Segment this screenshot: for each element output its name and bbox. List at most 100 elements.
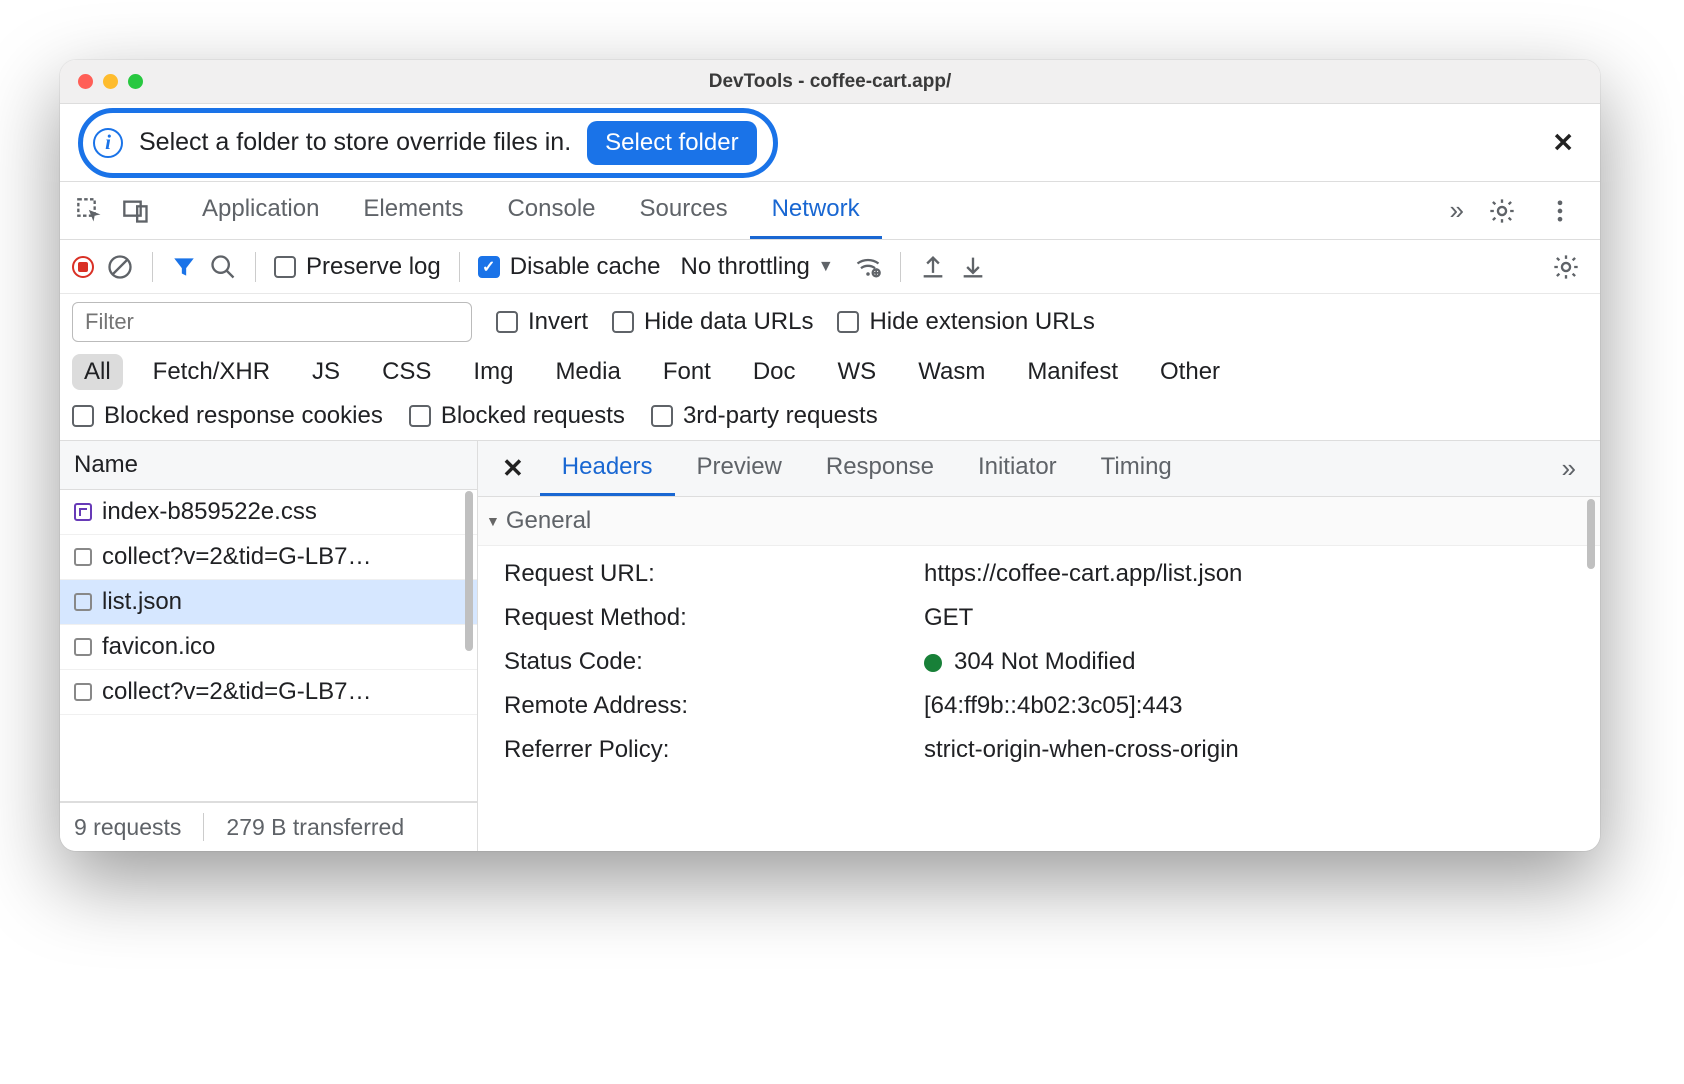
type-filter-css[interactable]: CSS [370,354,443,390]
file-icon [74,503,92,521]
type-filter-other[interactable]: Other [1148,354,1232,390]
disable-cache-label: Disable cache [510,253,661,281]
filter-funnel-icon[interactable] [171,254,197,280]
tabbar-right [1480,197,1590,225]
panel-tabbar: ApplicationElementsConsoleSourcesNetwork… [60,182,1600,240]
blocked-requests-checkbox[interactable]: Blocked requests [409,402,625,430]
file-icon [74,683,92,701]
zoom-window-button[interactable] [128,74,143,89]
network-toolbar: Preserve log Disable cache No throttling… [60,240,1600,294]
request-row[interactable]: collect?v=2&tid=G-LB7… [60,535,477,580]
request-status-bar: 9 requests 279 B transferred [60,801,477,851]
tab-elements[interactable]: Elements [341,182,485,239]
kv-key: Referrer Policy: [504,736,924,764]
request-row[interactable]: list.json [60,580,477,625]
hide-extension-urls-checkbox[interactable]: Hide extension URLs [837,308,1094,336]
details-tab-timing[interactable]: Timing [1079,441,1194,496]
network-conditions-icon[interactable] [854,253,882,281]
block-filter-row: Blocked response cookies Blocked request… [60,398,1600,441]
divider [152,252,153,282]
hide-data-urls-checkbox[interactable]: Hide data URLs [612,308,813,336]
kv-row: Referrer Policy:strict-origin-when-cross… [498,728,1600,772]
kv-value: 304 Not Modified [924,648,1594,676]
tab-console[interactable]: Console [485,182,617,239]
export-har-icon[interactable] [959,253,987,281]
throttling-select[interactable]: No throttling ▼ [672,253,841,281]
close-window-button[interactable] [78,74,93,89]
type-filter-font[interactable]: Font [651,354,723,390]
inspect-element-icon[interactable] [70,191,110,231]
request-list-panel: Name index-b859522e.csscollect?v=2&tid=G… [60,441,478,851]
filter-input[interactable] [72,302,472,342]
settings-gear-icon[interactable] [1480,197,1524,225]
request-items: index-b859522e.csscollect?v=2&tid=G-LB7…… [60,490,477,801]
divider [900,252,901,282]
kv-value: https://coffee-cart.app/list.json [924,560,1594,588]
network-settings-icon[interactable] [1544,253,1588,281]
third-party-checkbox[interactable]: 3rd-party requests [651,402,878,430]
divider [255,252,256,282]
tab-network[interactable]: Network [750,182,882,239]
clear-button[interactable] [106,253,134,281]
device-toolbar-icon[interactable] [116,191,156,231]
request-name: collect?v=2&tid=G-LB7… [102,678,371,706]
select-folder-button[interactable]: Select folder [587,121,756,165]
details-scrollbar[interactable] [1584,499,1598,851]
record-button[interactable] [72,256,94,278]
minimize-window-button[interactable] [103,74,118,89]
details-tab-initiator[interactable]: Initiator [956,441,1079,496]
request-scrollbar[interactable] [461,491,477,851]
kv-key: Remote Address: [504,692,924,720]
request-row[interactable]: collect?v=2&tid=G-LB7… [60,670,477,715]
blocked-requests-label: Blocked requests [441,402,625,430]
type-filter-wasm[interactable]: Wasm [906,354,997,390]
status-dot-icon [924,654,942,672]
type-filter-ws[interactable]: WS [826,354,889,390]
tab-sources[interactable]: Sources [618,182,750,239]
hide-data-urls-label: Hide data URLs [644,308,813,336]
type-filter-all[interactable]: All [72,354,123,390]
blocked-cookies-checkbox[interactable]: Blocked response cookies [72,402,383,430]
details-tab-headers[interactable]: Headers [540,441,675,496]
kv-row: Request URL:https://coffee-cart.app/list… [498,552,1600,596]
file-icon [74,548,92,566]
file-icon [74,593,92,611]
invert-label: Invert [528,308,588,336]
invert-checkbox[interactable]: Invert [496,308,588,336]
import-har-icon[interactable] [919,253,947,281]
kv-row: Status Code:304 Not Modified [498,640,1600,684]
request-details-panel: HeadersPreviewResponseInitiatorTiming » … [478,441,1600,851]
hide-extension-urls-label: Hide extension URLs [869,308,1094,336]
type-filter-fetch-xhr[interactable]: Fetch/XHR [141,354,282,390]
transferred-size: 279 B transferred [226,814,404,841]
kv-key: Request URL: [504,560,924,588]
kv-row: Remote Address:[64:ff9b::4b02:3c05]:443 [498,684,1600,728]
disable-cache-checkbox[interactable]: Disable cache [478,253,661,281]
request-list-header[interactable]: Name [60,441,477,490]
search-icon[interactable] [209,253,237,281]
more-details-tabs-icon[interactable]: » [1552,453,1592,484]
more-menu-icon[interactable] [1538,197,1582,225]
details-tab-response[interactable]: Response [804,441,956,496]
type-filter-js[interactable]: JS [300,354,352,390]
details-tab-preview[interactable]: Preview [675,441,804,496]
blocked-cookies-label: Blocked response cookies [104,402,383,430]
request-row[interactable]: index-b859522e.css [60,490,477,535]
preserve-log-label: Preserve log [306,253,441,281]
type-filter-media[interactable]: Media [543,354,632,390]
more-panels-icon[interactable]: » [1440,195,1474,226]
main-split: Name index-b859522e.csscollect?v=2&tid=G… [60,441,1600,851]
type-filter-manifest[interactable]: Manifest [1015,354,1130,390]
type-filter-img[interactable]: Img [461,354,525,390]
request-row[interactable]: favicon.ico [60,625,477,670]
file-icon [74,638,92,656]
general-section-header[interactable]: ▼ General [478,497,1600,546]
preserve-log-checkbox[interactable]: Preserve log [274,253,441,281]
tab-application[interactable]: Application [180,182,341,239]
request-count: 9 requests [74,814,181,841]
close-details-button[interactable] [486,453,540,484]
request-name: list.json [102,588,182,616]
type-filter-doc[interactable]: Doc [741,354,808,390]
close-infobar-button[interactable] [1552,127,1574,158]
info-icon: i [93,128,123,158]
